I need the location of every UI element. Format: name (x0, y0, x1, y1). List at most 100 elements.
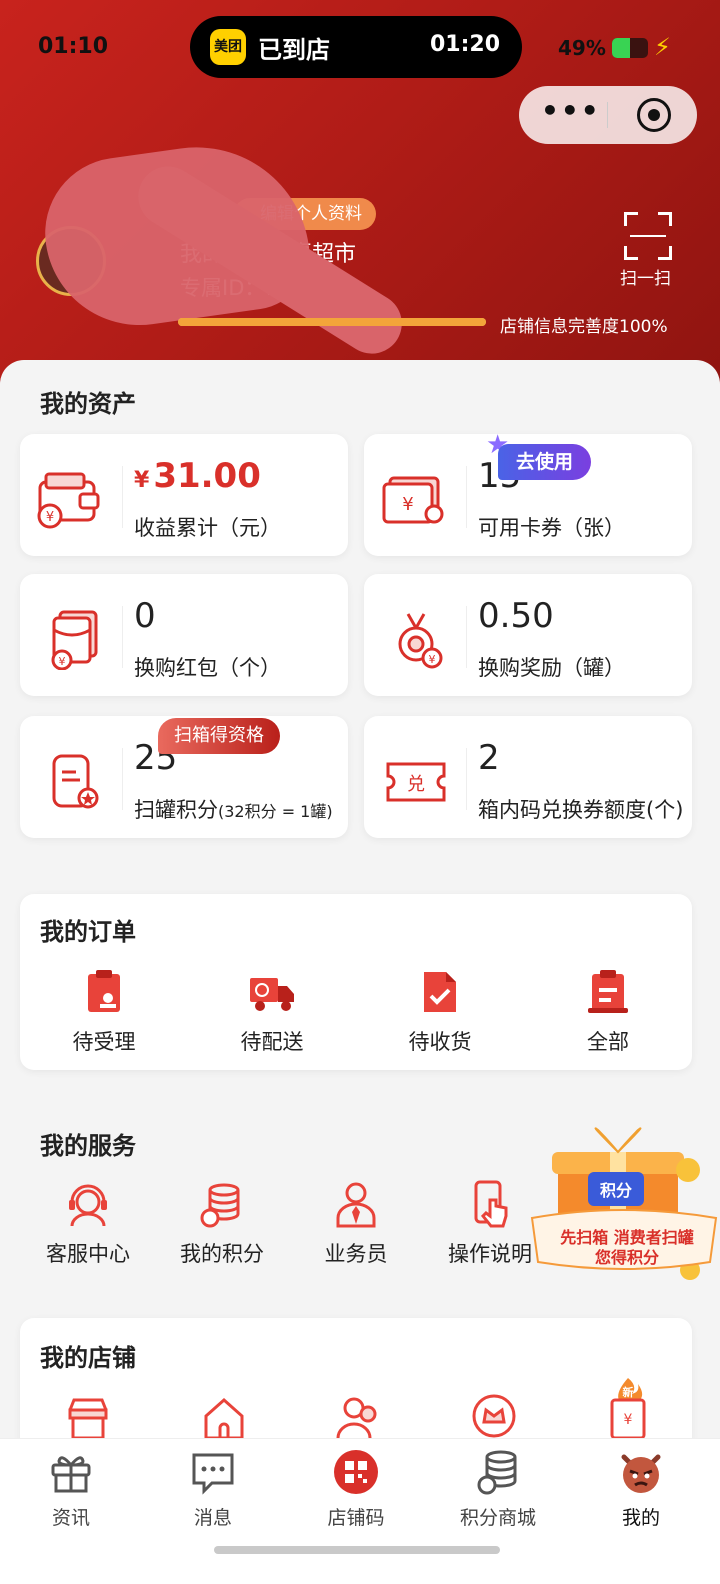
meituan-logo: 美团 (210, 29, 246, 65)
asset-card-coupons[interactable]: ¥ 15 可用卡券（张） ★ 去使用 (364, 430, 692, 556)
salesman-icon (336, 1182, 376, 1228)
can-icon (52, 754, 99, 809)
charging-bolt-icon: ⚡ (654, 33, 671, 61)
coin-stack-icon (477, 1450, 517, 1495)
store-title: 我的店铺 (40, 1344, 136, 1372)
scan-button[interactable]: 扫一扫 (620, 212, 676, 292)
header: 01:10 美团 已到店 01:20 49% ⚡ ••• 编辑个人资料 我的店铺… (0, 0, 720, 400)
tab-me[interactable]: 我的 (581, 1449, 701, 1530)
svg-text:¥: ¥ (402, 494, 413, 515)
coin-stack-icon (200, 1183, 240, 1228)
home-indicator (214, 1546, 500, 1554)
red-envelope-icon: ¥ (51, 610, 98, 670)
coupon-icon: ¥ (382, 476, 444, 524)
asset-divider (122, 748, 123, 810)
miniapp-capsule: ••• (519, 86, 697, 144)
status-time: 01:10 (38, 34, 109, 59)
services-title: 我的服务 (40, 1132, 136, 1160)
island-label: 已到店 (258, 36, 330, 64)
svg-text:积分: 积分 (600, 1181, 632, 1200)
service-salesman[interactable]: 业务员 (286, 1180, 426, 1268)
service-customer-center[interactable]: 客服中心 (18, 1180, 158, 1268)
order-to-receive[interactable]: 待收货 (370, 968, 510, 1056)
clipboard-icon (588, 970, 628, 1013)
asset-divider (466, 606, 467, 668)
tab-points-mall[interactable]: 积分商城 (438, 1449, 558, 1530)
asset-card-rewards[interactable]: ¥ 0.50 换购奖励（罐） (364, 574, 692, 696)
delivery-truck-icon (250, 978, 294, 1011)
scan-box-badge[interactable]: 扫箱得资格 (158, 718, 280, 754)
close-target-icon[interactable] (637, 98, 671, 132)
dynamic-island[interactable]: 美团 已到店 01:20 (190, 16, 522, 78)
coupons-label: 可用卡券（张） (478, 516, 625, 540)
wallet-icon: ¥ (37, 472, 100, 529)
earnings-label: 收益累计（元） (134, 516, 281, 540)
battery-fill (612, 38, 630, 58)
completeness-progress-fill (178, 318, 486, 326)
battery-percentage: 49% (558, 36, 606, 60)
scan-label: 扫一扫 (620, 269, 671, 289)
asset-divider (122, 606, 123, 668)
scan-icon (624, 212, 672, 260)
gift-box-icon (51, 1456, 91, 1493)
battery-icon (612, 38, 648, 58)
island-time: 01:20 (429, 32, 500, 57)
svg-text:¥: ¥ (46, 510, 54, 525)
can-points-note: (32积分 = 1罐) (218, 802, 333, 821)
house-icon[interactable] (200, 1392, 248, 1440)
svg-text:兑: 兑 (407, 774, 425, 795)
promo-line-1: 先扫箱 消费者扫罐 (560, 1228, 694, 1247)
exchange-ticket-icon: 兑 (386, 762, 446, 802)
storefront-icon[interactable] (64, 1392, 112, 1440)
asset-divider (466, 466, 467, 528)
asset-divider (466, 748, 467, 810)
completeness-progress (178, 318, 486, 326)
mascot-avatar-icon (621, 1454, 661, 1493)
exchange-quota-label: 箱内码兑换券额度(个) (478, 798, 684, 822)
qr-code-icon (334, 1450, 378, 1494)
promo-text: 先扫箱 消费者扫罐 您得积分 (542, 1228, 712, 1268)
promo-line-2: 您得积分 (594, 1248, 659, 1267)
earnings-value: ¥31.00 (134, 456, 261, 496)
rewards-value: 0.50 (478, 596, 554, 636)
asset-divider (122, 466, 123, 528)
svg-text:¥: ¥ (429, 653, 436, 666)
promo-gift-banner[interactable]: 积分 先扫箱 消费者扫罐 您得积分 (528, 1122, 718, 1282)
rewards-label: 换购奖励（罐） (478, 656, 625, 680)
orders-title: 我的订单 (40, 918, 136, 946)
asset-card-earnings[interactable]: ¥ ¥31.00 收益累计（元） (20, 434, 348, 556)
svg-text:¥: ¥ (59, 655, 66, 668)
pending-order-icon (88, 970, 120, 1012)
store-card: 我的店铺 ¥ 新 (20, 1318, 692, 1458)
tab-bar: 资讯 消息 店铺码 积分商城 我的 (0, 1438, 720, 1584)
tab-messages[interactable]: 消息 (153, 1449, 273, 1530)
chat-bubble-icon (192, 1453, 234, 1495)
receipt-icon[interactable]: ¥ 新 (604, 1376, 652, 1440)
receive-check-icon (424, 972, 456, 1012)
can-points-label: 扫罐积分(32积分 = 1罐) (134, 798, 333, 822)
orders-card: 我的订单 待受理 待配送 待收货 全部 (20, 894, 692, 1070)
order-to-deliver[interactable]: 待配送 (202, 968, 342, 1056)
asset-card-can-points[interactable]: 25 扫罐积分(32积分 = 1罐) 扫箱得资格 (20, 716, 348, 838)
asset-card-exchange-quota[interactable]: 兑 2 箱内码兑换券额度(个) (364, 716, 692, 838)
headset-icon (69, 1184, 107, 1227)
svg-text:¥: ¥ (624, 1412, 633, 1428)
people-icon[interactable] (334, 1392, 382, 1440)
use-coupon-button[interactable]: 去使用 (498, 444, 592, 480)
service-my-points[interactable]: 我的积分 (152, 1180, 292, 1268)
order-all[interactable]: 全部 (538, 968, 678, 1056)
exchange-quota-value: 2 (478, 738, 500, 778)
tab-store-code[interactable]: 店铺码 (296, 1449, 416, 1530)
completeness-text: 店铺信息完善度100% (500, 317, 668, 337)
assets-title: 我的资产 (40, 390, 136, 418)
order-pending[interactable]: 待受理 (34, 968, 174, 1056)
crown-icon[interactable] (470, 1392, 518, 1440)
tab-news[interactable]: 资讯 (11, 1449, 131, 1530)
touch-guide-icon (474, 1180, 508, 1228)
medal-icon: ¥ (398, 613, 443, 669)
asset-card-red-envelope[interactable]: ¥ 0 换购红包（个） (20, 574, 348, 696)
red-envelope-value: 0 (134, 596, 156, 636)
more-menu-icon[interactable]: ••• (541, 94, 601, 127)
svg-text:新: 新 (623, 1385, 634, 1399)
capsule-divider (607, 102, 608, 128)
